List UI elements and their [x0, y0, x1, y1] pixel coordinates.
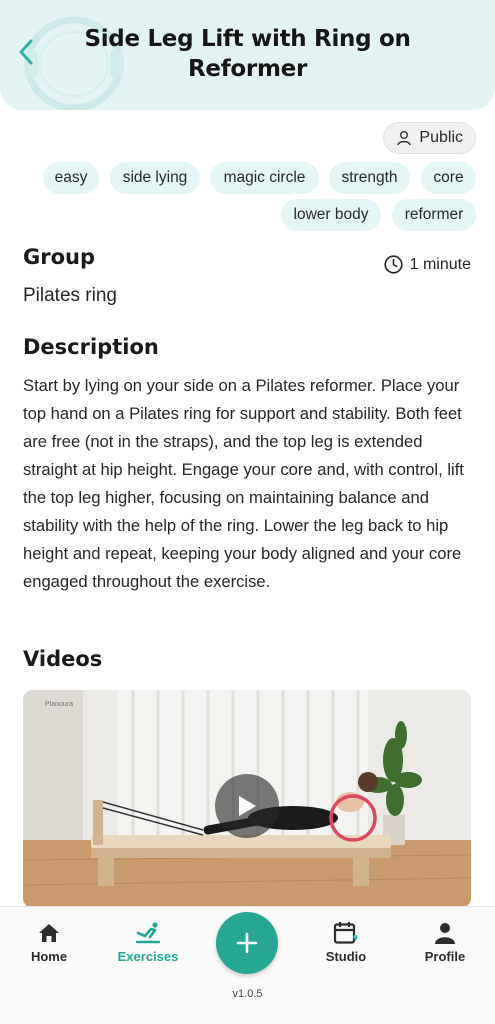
tag-core[interactable]: core: [421, 162, 476, 194]
duration-label: 1 minute: [409, 255, 471, 273]
tag-magic-circle[interactable]: magic circle: [210, 162, 319, 194]
page-header: Side Leg Lift with Ring on Reformer: [0, 0, 495, 110]
nav-studio[interactable]: Studio: [306, 921, 386, 964]
home-icon: [39, 924, 59, 942]
tag-side-lying[interactable]: side lying: [110, 162, 200, 194]
group-value: Pilates ring: [23, 285, 117, 306]
tag-easy[interactable]: easy: [43, 162, 99, 194]
tag-reformer[interactable]: reformer: [392, 199, 476, 231]
back-button[interactable]: [12, 36, 40, 68]
video-thumbnail[interactable]: Planoura: [23, 690, 471, 908]
play-button[interactable]: [215, 774, 279, 838]
description-heading: Description: [23, 335, 159, 359]
group-heading: Group: [23, 245, 96, 269]
page-title: Side Leg Lift with Ring on Reformer: [84, 26, 411, 82]
app-version: v1.0.5: [232, 988, 263, 1000]
user-icon: [435, 923, 455, 944]
play-icon: [239, 796, 256, 816]
nav-home-label: Home: [30, 949, 68, 964]
description-text: Start by lying on your side on a Pilates…: [23, 376, 464, 591]
plus-icon: [236, 932, 258, 954]
exercise-icon: [135, 922, 161, 944]
tag-lower-body[interactable]: lower body: [281, 199, 381, 231]
duration: 1 minute: [384, 255, 471, 274]
video-watermark: Planoura: [45, 701, 73, 708]
calendar-icon: [333, 922, 358, 944]
nav-profile[interactable]: Profile: [405, 921, 485, 964]
visibility-badge[interactable]: Public: [383, 122, 476, 154]
add-button[interactable]: [216, 912, 278, 974]
tag-strength[interactable]: strength: [329, 162, 410, 194]
nav-exercises-label: Exercises: [117, 949, 179, 964]
chevron-left-icon: [19, 39, 33, 65]
nav-home[interactable]: Home: [9, 921, 89, 964]
nav-profile-label: Profile: [424, 949, 466, 964]
user-icon: [397, 131, 412, 146]
clock-icon: [384, 255, 403, 274]
videos-heading: Videos: [23, 647, 103, 671]
nav-studio-label: Studio: [325, 949, 367, 964]
nav-exercises[interactable]: Exercises: [108, 921, 188, 964]
visibility-label: Public: [419, 129, 463, 146]
